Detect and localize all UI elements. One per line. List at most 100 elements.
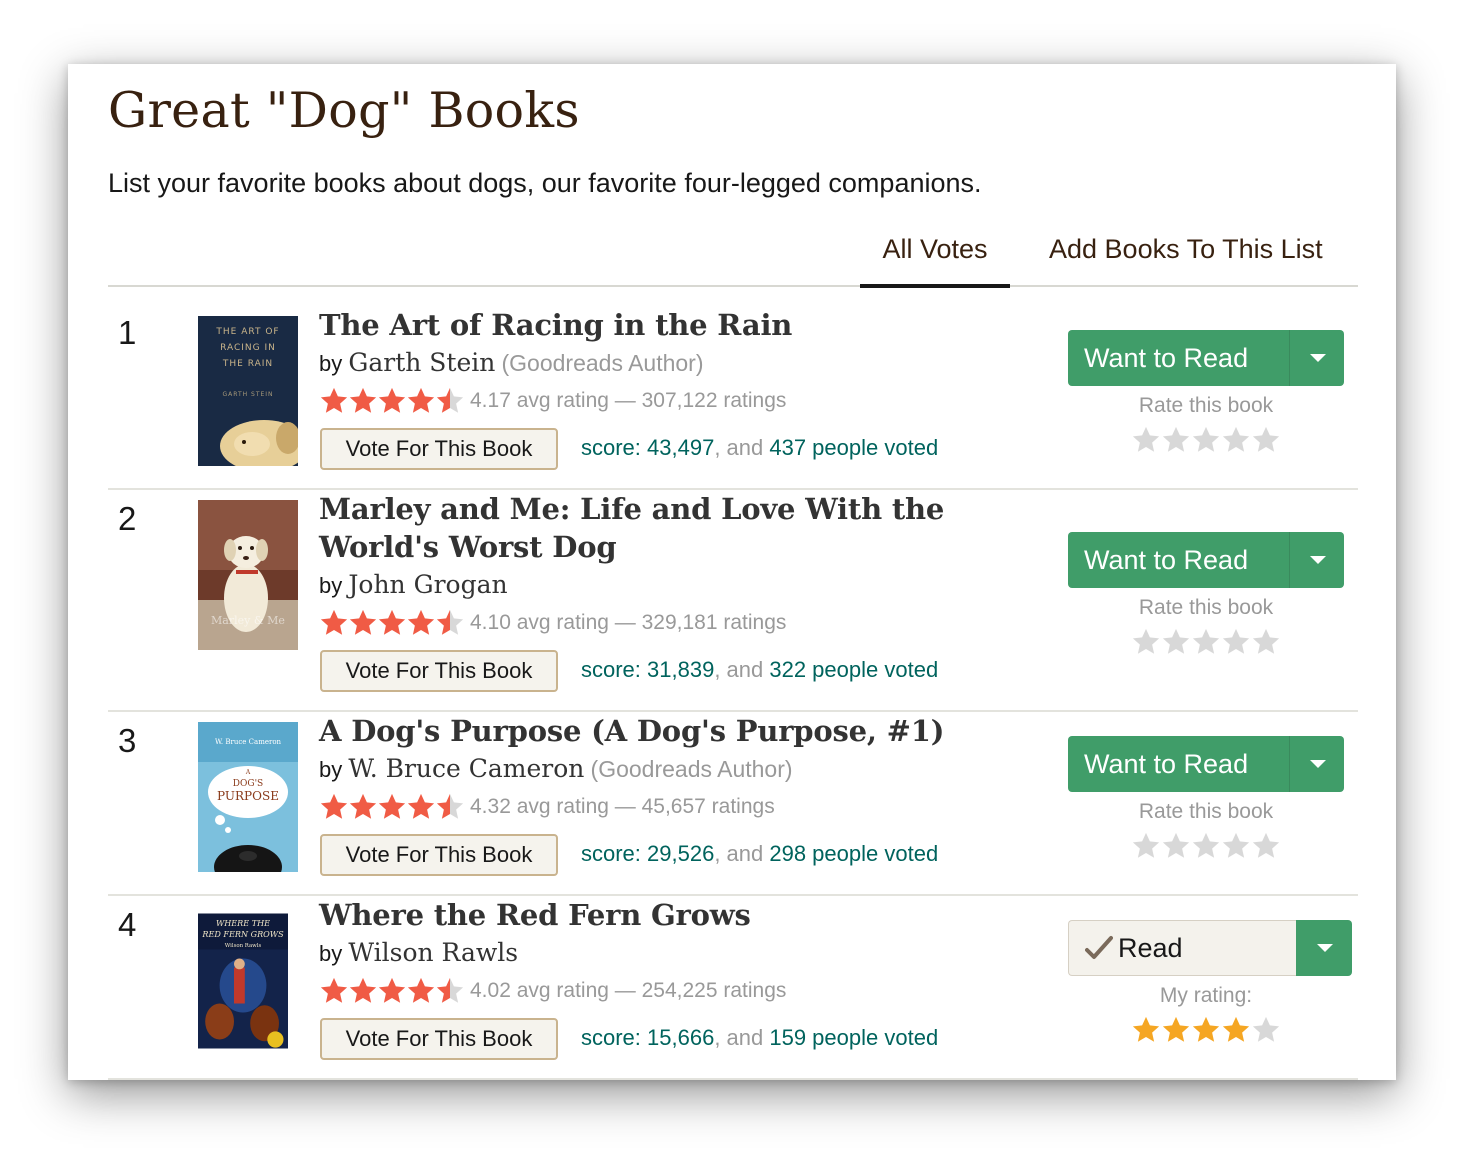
author-link[interactable]: Garth Stein (348, 348, 495, 377)
rating-star-icon (349, 793, 377, 819)
rating-star-icon (378, 977, 406, 1003)
rate-star-icon[interactable] (1131, 425, 1161, 455)
rating-star-icon (349, 977, 377, 1003)
rating-line: 4.17 avg rating — 307,122 ratings (319, 383, 1029, 419)
want-to-read-button[interactable]: Want to Read (1068, 736, 1288, 792)
author-link[interactable]: Wilson Rawls (348, 938, 518, 967)
shelf-panel: Want to Read Rate this book (1068, 736, 1360, 876)
rating-star-icon (436, 387, 464, 413)
want-to-read-button-group[interactable]: Want to Read (1068, 330, 1344, 386)
list-tabs: All Votes Add Books To This List (108, 224, 1358, 288)
voters-link[interactable]: 437 people voted (769, 435, 938, 460)
rate-star-icon[interactable] (1161, 425, 1191, 455)
book-row: 3 W. Bruce Cameron A DOG'S PURPOSE A Dog… (108, 712, 1358, 896)
rating-star-icon (378, 387, 406, 413)
vote-button[interactable]: Vote For This Book (320, 834, 558, 876)
book-title-link[interactable]: The Art of Racing in the Rain (319, 306, 1029, 344)
book-rank: 1 (118, 314, 137, 351)
vote-button[interactable]: Vote For This Book (320, 1018, 558, 1060)
voters-link[interactable]: 322 people voted (769, 657, 938, 682)
cover-text: Marley & Me (211, 614, 285, 627)
book-cover-link[interactable]: W. Bruce Cameron A DOG'S PURPOSE (198, 722, 298, 872)
score-line: score: 29,526, and 298 people voted (581, 841, 938, 867)
author-line: by Garth Stein (Goodreads Author) (319, 344, 1029, 383)
vote-line: Vote For This Book score: 15,666, and 15… (319, 1018, 1029, 1070)
score-line: score: 15,666, and 159 people voted (581, 1025, 938, 1051)
rate-stars[interactable] (1131, 831, 1281, 861)
want-to-read-button[interactable]: Want to Read (1068, 532, 1288, 588)
vote-button[interactable]: Vote For This Book (320, 428, 558, 470)
want-to-read-button-group[interactable]: Want to Read (1068, 532, 1344, 588)
rate-star-icon[interactable] (1221, 627, 1251, 657)
book-cover-link[interactable]: THE ART OF RACING IN THE RAIN GARTH STEI… (198, 316, 298, 466)
cover-text: A (245, 769, 251, 776)
rate-star-icon[interactable] (1221, 831, 1251, 861)
rate-star-icon[interactable] (1251, 831, 1281, 861)
tab-all-votes[interactable]: All Votes (860, 234, 1010, 288)
book-rank: 4 (118, 906, 137, 943)
voters-link[interactable]: 159 people voted (769, 1025, 938, 1050)
rate-star-icon[interactable] (1251, 1015, 1281, 1045)
rating-line: 4.02 avg rating — 254,225 ratings (319, 973, 1029, 1009)
by-label: by (319, 757, 343, 782)
rate-star-icon[interactable] (1191, 1015, 1221, 1045)
by-label: by (319, 573, 343, 598)
rate-stars[interactable] (1131, 627, 1281, 657)
rate-star-icon[interactable] (1131, 627, 1161, 657)
voters-link[interactable]: 298 people voted (769, 841, 938, 866)
rate-this-book-label: Rate this book (1138, 800, 1274, 823)
by-label: by (319, 351, 343, 376)
book-info: Marley and Me: Life and Love With the Wo… (319, 490, 1029, 702)
rate-stars[interactable] (1131, 425, 1281, 455)
shelf-dropdown-arrow-icon[interactable] (1290, 330, 1344, 386)
vote-line: Vote For This Book score: 31,839, and 32… (319, 650, 1029, 702)
shelf-dropdown-arrow-icon[interactable] (1296, 920, 1352, 976)
book-title-link[interactable]: Where the Red Fern Grows (319, 896, 1029, 934)
author-link[interactable]: W. Bruce Cameron (348, 754, 584, 783)
shelf-dropdown-arrow-icon[interactable] (1290, 532, 1344, 588)
list-card: Great "Dog" Books List your favorite boo… (68, 64, 1396, 1080)
rate-star-icon[interactable] (1251, 425, 1281, 455)
rate-star-icon[interactable] (1161, 1015, 1191, 1045)
tab-add-books[interactable]: Add Books To This List (1049, 234, 1323, 265)
rate-star-icon[interactable] (1191, 627, 1221, 657)
my-rating-stars[interactable] (1131, 1015, 1281, 1045)
score-link[interactable]: score: 43,497 (581, 435, 714, 460)
rate-star-icon[interactable] (1191, 831, 1221, 861)
book-title-link[interactable]: A Dog's Purpose (A Dog's Purpose, #1) (319, 712, 1029, 750)
rate-star-icon[interactable] (1251, 627, 1281, 657)
cover-text: RACING IN (220, 343, 276, 353)
book-info: Where the Red Fern Grows by Wilson Rawls… (319, 896, 1029, 1070)
score-link[interactable]: score: 31,839 (581, 657, 714, 682)
rating-star-icon (378, 609, 406, 635)
rate-star-icon[interactable] (1221, 425, 1251, 455)
shelf-dropdown-arrow-icon[interactable] (1290, 736, 1344, 792)
rate-this-book-label: Rate this book (1138, 596, 1274, 619)
rating-star-icon (436, 609, 464, 635)
rate-star-icon[interactable] (1161, 627, 1191, 657)
rate-star-icon[interactable] (1191, 425, 1221, 455)
score-link[interactable]: score: 15,666 (581, 1025, 714, 1050)
read-shelf-button-group[interactable]: Read (1068, 920, 1352, 976)
book-row: 2 Marley & Me Marley and Me: Life and Lo… (108, 490, 1358, 712)
rate-star-icon[interactable] (1131, 831, 1161, 861)
want-to-read-button-group[interactable]: Want to Read (1068, 736, 1344, 792)
book-rank: 3 (118, 722, 137, 759)
book-title-link[interactable]: Marley and Me: Life and Love With the Wo… (319, 490, 1029, 566)
book-cover-link[interactable]: WHERE THE RED FERN GROWS Wilson Rawls (198, 906, 288, 1056)
rate-star-icon[interactable] (1221, 1015, 1251, 1045)
want-to-read-button[interactable]: Want to Read (1068, 330, 1288, 386)
read-shelf-button[interactable]: Read (1068, 920, 1296, 976)
rate-star-icon[interactable] (1161, 831, 1191, 861)
score-line: score: 31,839, and 322 people voted (581, 657, 938, 683)
rate-star-icon[interactable] (1131, 1015, 1161, 1045)
score-link[interactable]: score: 29,526 (581, 841, 714, 866)
my-rating-label: My rating: (1159, 984, 1253, 1007)
score-line: score: 43,497, and 437 people voted (581, 435, 938, 461)
vote-button[interactable]: Vote For This Book (320, 650, 558, 692)
book-cover-red-fern: WHERE THE RED FERN GROWS Wilson Rawls (198, 913, 288, 1049)
cover-text: RED FERN GROWS (201, 929, 284, 939)
book-cover-link[interactable]: Marley & Me (198, 500, 298, 650)
cover-text: GARTH STEIN (222, 391, 273, 398)
author-link[interactable]: John Grogan (348, 570, 507, 599)
